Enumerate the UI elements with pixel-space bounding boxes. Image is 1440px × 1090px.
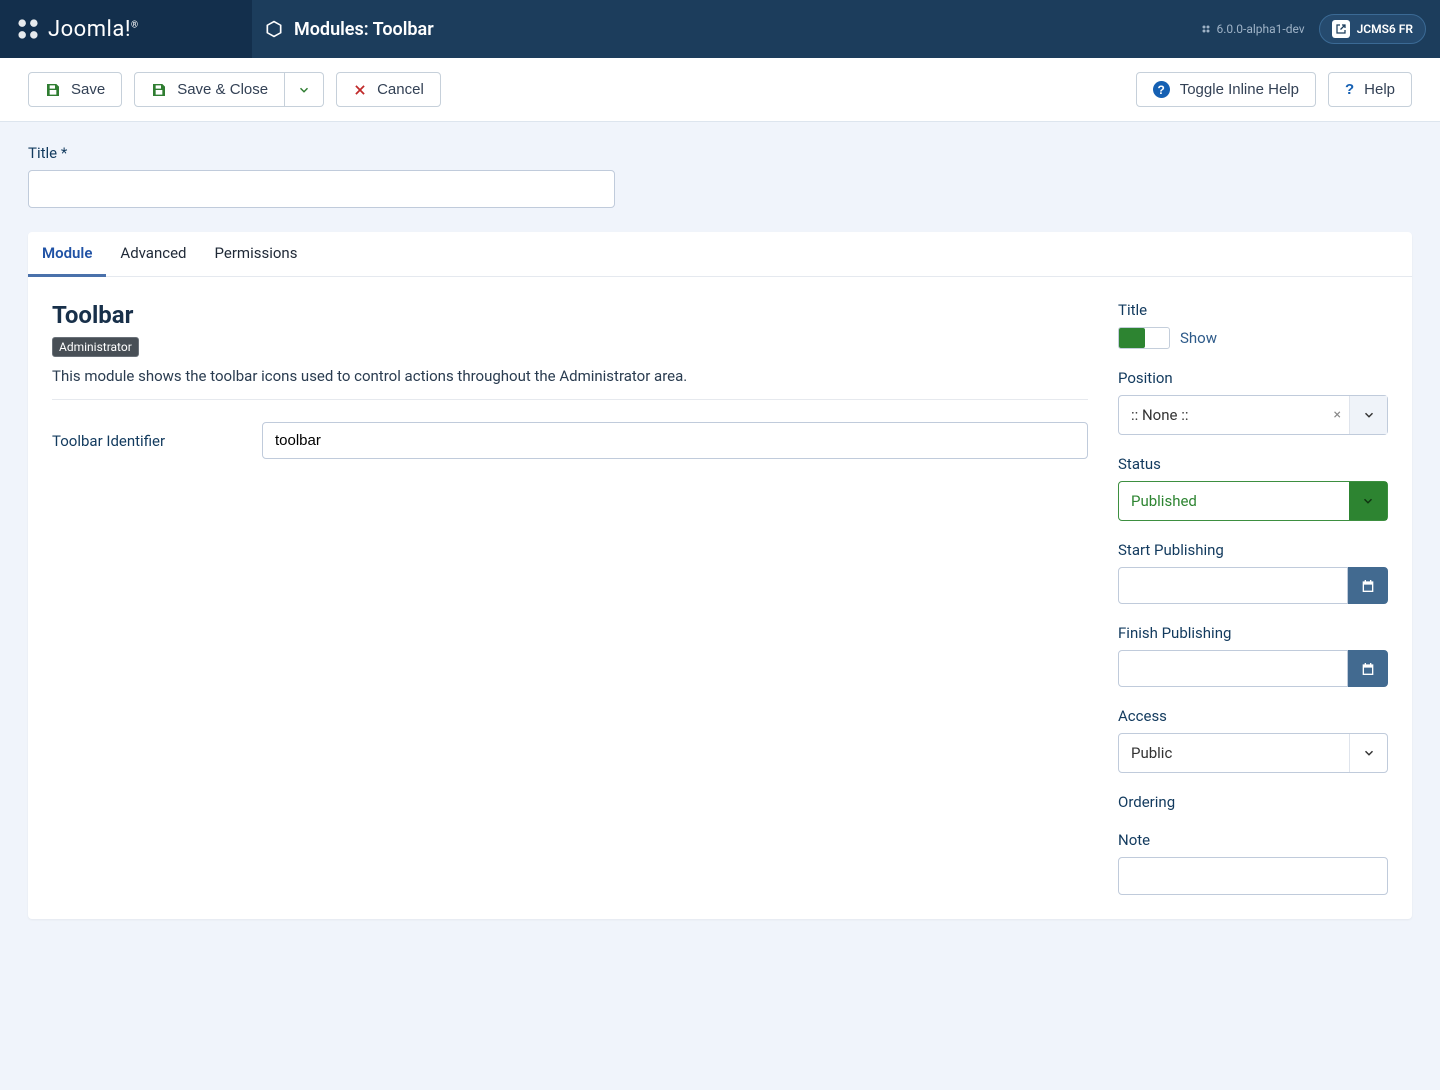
identifier-input[interactable] [262, 422, 1088, 459]
position-label: Position [1118, 369, 1388, 387]
chevron-down-icon [1349, 734, 1387, 772]
top-bar: Joomla!® Modules: Toolbar 6.0.0-alpha1-d… [0, 0, 1440, 58]
tab-advanced[interactable]: Advanced [106, 232, 200, 276]
start-publishing-input[interactable] [1118, 567, 1348, 604]
page-title: Modules: Toolbar [294, 19, 434, 40]
position-select[interactable]: :: None :: × [1118, 395, 1388, 435]
chevron-down-icon [1349, 482, 1387, 520]
main-card: Module Advanced Permissions Toolbar Admi… [28, 232, 1412, 919]
save-close-group: Save & Close [134, 72, 324, 107]
save-close-dropdown[interactable] [285, 72, 324, 107]
save-button[interactable]: Save [28, 72, 122, 107]
calendar-button[interactable] [1348, 650, 1388, 687]
module-sidebar: Title Show Position :: None :: × [1118, 301, 1388, 895]
save-icon [45, 82, 61, 98]
access-select[interactable]: Public [1118, 733, 1388, 773]
user-badge[interactable]: JCMS6 FR [1319, 14, 1426, 44]
tab-permissions[interactable]: Permissions [201, 232, 312, 276]
note-input[interactable] [1118, 857, 1388, 895]
module-heading: Toolbar [52, 301, 1088, 329]
start-publishing-label: Start Publishing [1118, 541, 1388, 559]
toggle-inline-help-button[interactable]: ? Toggle Inline Help [1136, 72, 1316, 107]
clear-icon[interactable]: × [1326, 407, 1349, 423]
calendar-icon [1360, 661, 1376, 677]
admin-badge: Administrator [52, 337, 139, 357]
module-main: Toolbar Administrator This module shows … [52, 301, 1088, 895]
title-toggle[interactable] [1118, 327, 1170, 349]
title-input[interactable] [28, 170, 615, 208]
cancel-button[interactable]: Cancel [336, 72, 441, 107]
title-toggle-text: Show [1180, 329, 1217, 347]
joomla-logo-icon [14, 15, 42, 43]
open-site-icon [1332, 20, 1350, 38]
module-description: This module shows the toolbar icons used… [52, 367, 1088, 400]
finish-publishing-input[interactable] [1118, 650, 1348, 687]
close-icon [353, 83, 367, 97]
status-label: Status [1118, 455, 1388, 473]
help-icon: ? [1345, 81, 1354, 98]
title-label: Title * [28, 144, 1412, 162]
side-title-label: Title [1118, 301, 1388, 319]
info-icon: ? [1153, 81, 1170, 98]
save-icon [151, 82, 167, 98]
access-label: Access [1118, 707, 1388, 725]
finish-publishing-label: Finish Publishing [1118, 624, 1388, 642]
cube-icon [264, 19, 284, 39]
calendar-icon [1360, 578, 1376, 594]
version-badge[interactable]: 6.0.0-alpha1-dev [1200, 22, 1304, 36]
chevron-down-icon [1349, 396, 1387, 434]
status-select[interactable]: Published [1118, 481, 1388, 521]
tab-module[interactable]: Module [28, 232, 106, 277]
note-label: Note [1118, 831, 1388, 849]
chevron-down-icon [297, 83, 311, 97]
page-title-area: Modules: Toolbar [252, 19, 1200, 40]
save-close-button[interactable]: Save & Close [134, 72, 285, 107]
brand-text: Joomla!® [48, 17, 139, 42]
action-toolbar: Save Save & Close Cancel ? Toggle Inline… [0, 58, 1440, 122]
identifier-label: Toolbar Identifier [52, 432, 246, 450]
tabs: Module Advanced Permissions [28, 232, 1412, 277]
help-button[interactable]: ? Help [1328, 72, 1412, 107]
ordering-label: Ordering [1118, 793, 1388, 811]
top-right: 6.0.0-alpha1-dev JCMS6 FR [1200, 14, 1440, 44]
brand-area[interactable]: Joomla!® [0, 0, 252, 58]
page-body: Title * Module Advanced Permissions Tool… [0, 122, 1440, 941]
joomla-mini-icon [1200, 23, 1212, 35]
calendar-button[interactable] [1348, 567, 1388, 604]
